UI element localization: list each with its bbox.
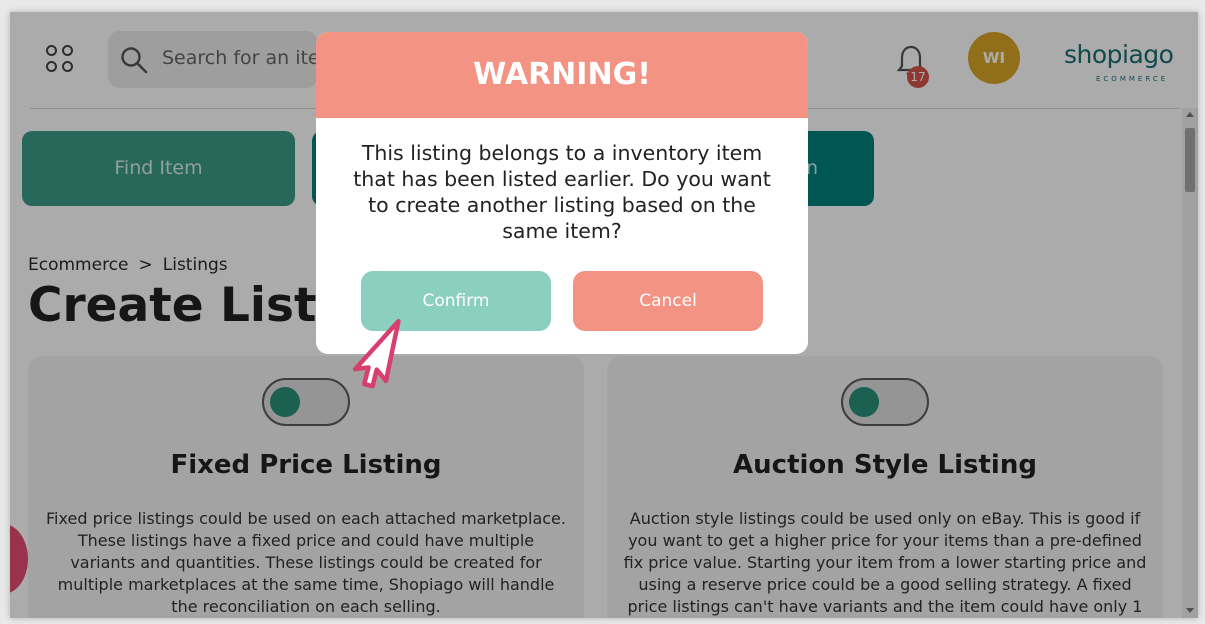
- dialog-message: This listing belongs to a inventory item…: [353, 141, 771, 243]
- warning-dialog: WARNING! This listing belongs to a inven…: [316, 32, 808, 354]
- pointer-cursor-icon: [352, 319, 401, 389]
- dialog-title: WARNING!: [316, 32, 808, 118]
- app-window: Search for an iter 17 WI shopiago ECOMME…: [10, 12, 1198, 618]
- cancel-button[interactable]: Cancel: [573, 271, 763, 331]
